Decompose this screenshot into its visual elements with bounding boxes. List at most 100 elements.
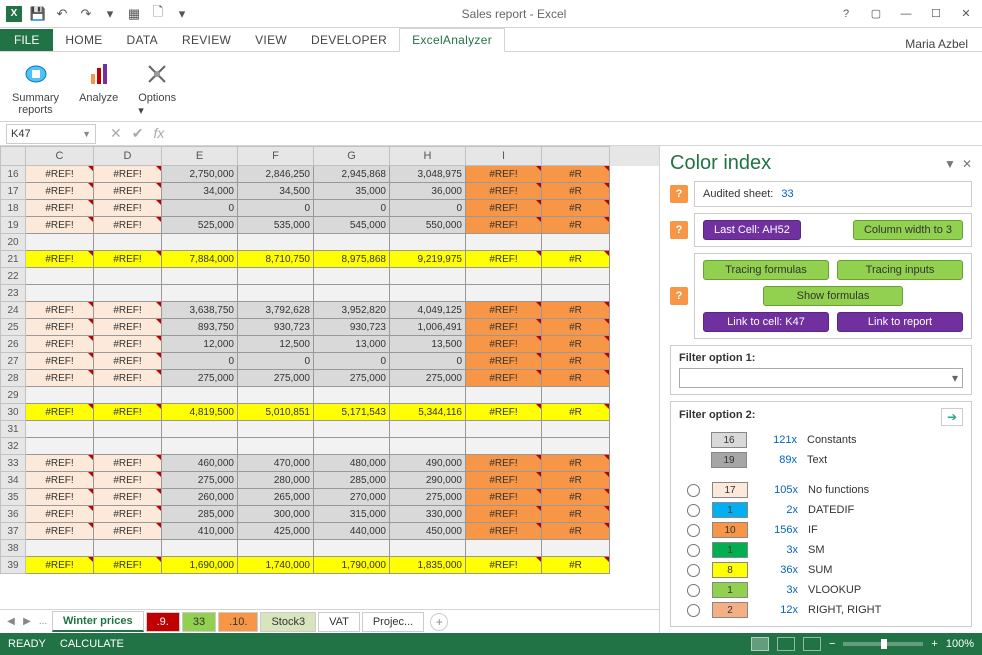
cell-value[interactable]: 275,000 <box>162 370 238 387</box>
sheet-tab-stock3[interactable]: Stock3 <box>260 612 316 632</box>
cell-value[interactable]: 893,750 <box>162 319 238 336</box>
sheet-tab-vat[interactable]: VAT <box>318 612 360 632</box>
cell-value[interactable]: 480,000 <box>314 455 390 472</box>
cell-ref[interactable]: #REF! <box>466 302 542 319</box>
sheet-tab-33[interactable]: 33 <box>182 612 216 632</box>
row-header[interactable]: 31 <box>0 421 26 438</box>
custom-icon[interactable]: ▦ <box>124 4 144 24</box>
formula-input[interactable] <box>172 124 982 144</box>
cell-ref[interactable]: #REF! <box>26 302 94 319</box>
undo-icon[interactable]: ↶ <box>52 4 72 24</box>
cell[interactable] <box>238 438 314 455</box>
cell-ref[interactable]: #REF! <box>26 166 94 183</box>
cell-value[interactable]: 4,049,125 <box>390 302 466 319</box>
cell-ref[interactable]: #R <box>542 472 610 489</box>
cell-value[interactable]: 930,723 <box>314 319 390 336</box>
cell-ref[interactable]: #REF! <box>466 200 542 217</box>
row-header[interactable]: 21 <box>0 251 26 268</box>
tab-nav-next-icon[interactable]: ▶ <box>20 616 34 627</box>
cell-value[interactable]: 8,975,868 <box>314 251 390 268</box>
cell[interactable] <box>542 268 610 285</box>
filter-radio[interactable] <box>687 524 700 537</box>
cell-ref[interactable]: #REF! <box>466 166 542 183</box>
cell[interactable] <box>542 438 610 455</box>
new-icon[interactable]: 🗋 <box>148 4 168 24</box>
cell-ref[interactable]: #R <box>542 251 610 268</box>
cell[interactable] <box>466 268 542 285</box>
cell-value[interactable]: 260,000 <box>162 489 238 506</box>
color-chip[interactable]: 1 <box>712 542 748 558</box>
cell-value[interactable]: 470,000 <box>238 455 314 472</box>
cell-ref[interactable]: #REF! <box>94 319 162 336</box>
cell-value[interactable]: 3,952,820 <box>314 302 390 319</box>
cell-value[interactable]: 36,000 <box>390 183 466 200</box>
cell-value[interactable]: 270,000 <box>314 489 390 506</box>
col-header[interactable]: I <box>466 146 542 166</box>
row-header[interactable]: 34 <box>0 472 26 489</box>
row-header[interactable]: 33 <box>0 455 26 472</box>
row-header[interactable]: 32 <box>0 438 26 455</box>
tab-review[interactable]: REVIEW <box>170 29 243 51</box>
ribbon-options-icon[interactable]: ▢ <box>862 3 890 25</box>
cell-ref[interactable]: #REF! <box>26 472 94 489</box>
cell-ref[interactable]: #REF! <box>466 489 542 506</box>
col-header[interactable] <box>542 146 610 166</box>
cell-value[interactable]: 0 <box>390 353 466 370</box>
row-header[interactable]: 36 <box>0 506 26 523</box>
cell-ref[interactable]: #R <box>542 523 610 540</box>
cell-value[interactable]: 265,000 <box>238 489 314 506</box>
show-formulas-button[interactable]: Show formulas <box>763 286 903 306</box>
cell[interactable] <box>94 387 162 404</box>
cell-value[interactable]: 330,000 <box>390 506 466 523</box>
cell-ref[interactable]: #REF! <box>466 353 542 370</box>
filter-radio[interactable] <box>687 504 700 517</box>
cell-value[interactable]: 1,006,491 <box>390 319 466 336</box>
cell-ref[interactable]: #REF! <box>466 557 542 574</box>
cell-value[interactable]: 5,344,116 <box>390 404 466 421</box>
col-header[interactable]: F <box>238 146 314 166</box>
grid-body[interactable]: 16#REF!#REF!2,750,0002,846,2502,945,8683… <box>0 166 659 574</box>
cell-ref[interactable]: #REF! <box>466 370 542 387</box>
cell-ref[interactable]: #REF! <box>94 404 162 421</box>
filter1-select[interactable]: ▾ <box>679 368 963 388</box>
cell[interactable] <box>26 438 94 455</box>
cell[interactable] <box>466 387 542 404</box>
tab-ellipsis[interactable]: ... <box>36 616 50 627</box>
cell-ref[interactable]: #REF! <box>466 183 542 200</box>
cell-ref[interactable]: #R <box>542 302 610 319</box>
zoom-slider[interactable] <box>843 642 923 646</box>
cell[interactable] <box>238 285 314 302</box>
cell-value[interactable]: 285,000 <box>314 472 390 489</box>
analyze-button[interactable]: Analyze <box>73 56 124 106</box>
cell[interactable] <box>162 234 238 251</box>
tab-data[interactable]: DATA <box>115 29 170 51</box>
cell[interactable] <box>162 268 238 285</box>
cell-value[interactable]: 3,048,975 <box>390 166 466 183</box>
help-audited[interactable]: ? <box>670 185 688 203</box>
cell-value[interactable]: 0 <box>390 200 466 217</box>
cell-value[interactable]: 410,000 <box>162 523 238 540</box>
cell-ref[interactable]: #REF! <box>466 472 542 489</box>
cell-ref[interactable]: #R <box>542 455 610 472</box>
cell-value[interactable]: 460,000 <box>162 455 238 472</box>
cell-ref[interactable]: #REF! <box>94 302 162 319</box>
filter-radio[interactable] <box>687 604 700 617</box>
cell-ref[interactable]: #REF! <box>466 251 542 268</box>
cell[interactable] <box>466 438 542 455</box>
cell-value[interactable]: 1,835,000 <box>390 557 466 574</box>
filter-radio[interactable] <box>687 564 700 577</box>
cell-value[interactable]: 3,638,750 <box>162 302 238 319</box>
link-cell-button[interactable]: Link to cell: K47 <box>703 312 829 332</box>
cell-ref[interactable]: #REF! <box>94 472 162 489</box>
cell-ref[interactable]: #REF! <box>466 523 542 540</box>
save-icon[interactable]: 💾 <box>28 4 48 24</box>
last-cell-button[interactable]: Last Cell: AH52 <box>703 220 801 240</box>
cell[interactable] <box>94 234 162 251</box>
cell[interactable] <box>238 387 314 404</box>
tab-view[interactable]: VIEW <box>243 29 299 51</box>
cell-ref[interactable]: #R <box>542 370 610 387</box>
cell[interactable] <box>314 234 390 251</box>
cell-value[interactable]: 34,000 <box>162 183 238 200</box>
cell-value[interactable]: 0 <box>162 200 238 217</box>
cell[interactable] <box>542 234 610 251</box>
